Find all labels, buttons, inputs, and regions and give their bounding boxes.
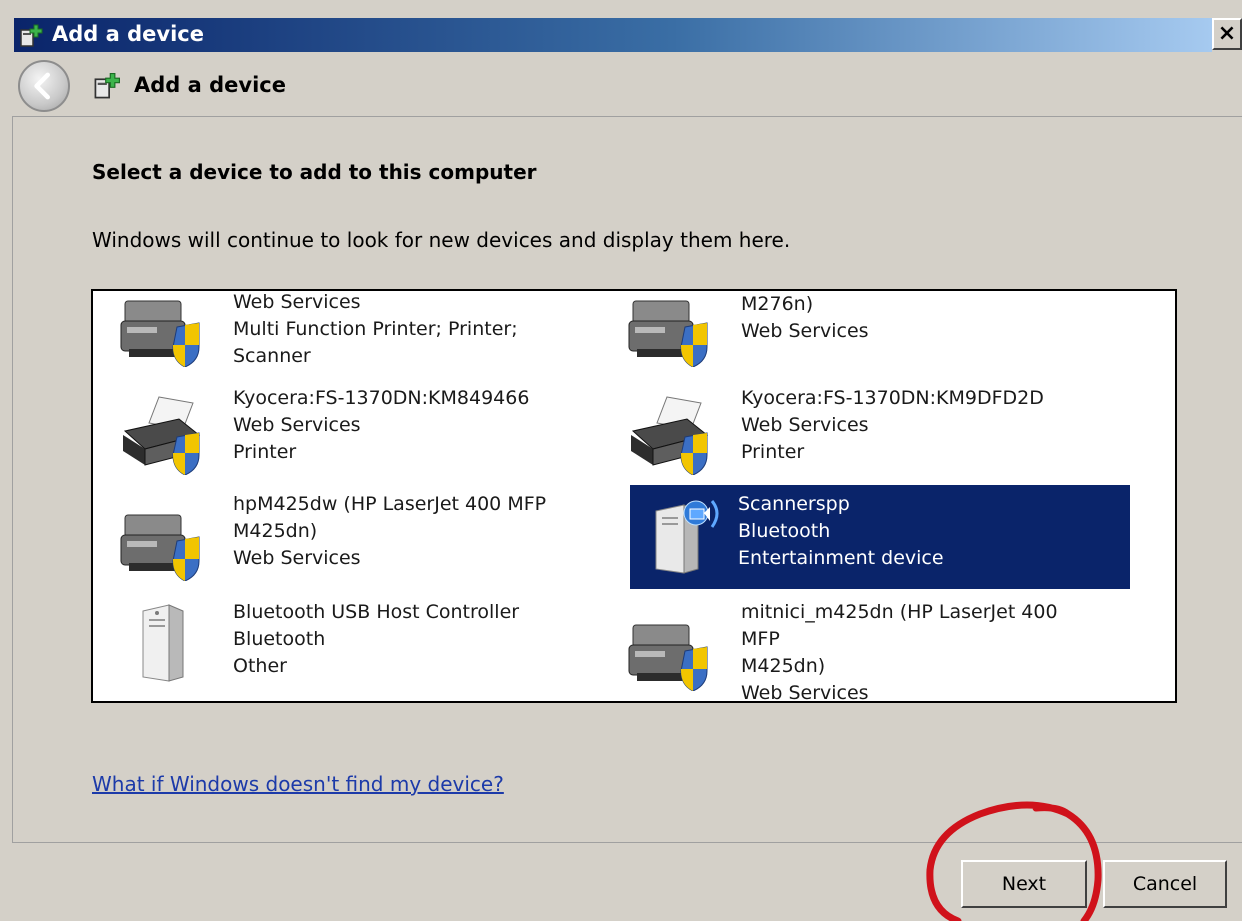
printer-icon [123,396,201,475]
wizard-header: Add a device [0,52,1242,116]
device-label: Scannerspp Bluetooth Entertainment devic… [738,493,944,569]
mfp-printer-icon [628,624,708,691]
device-label: Kyocera:FS-1370DN:KM849466 Web Services … [233,387,530,463]
device-label: hpM425dw (HP LaserJet 400 MFP M425dn) We… [233,493,547,569]
close-button[interactable]: × [1212,18,1242,50]
device-label: Bluetooth USB Host Controller Bluetooth … [233,601,520,677]
back-button[interactable] [18,60,70,112]
wizard-title: Add a device [134,73,286,97]
device-item[interactable]: Bluetooth USB Host Controller Bluetooth … [93,593,593,697]
device-item[interactable]: mitnici_m425dn (HP LaserJet 400 MFP M425… [601,593,1101,701]
next-button[interactable]: Next [961,860,1087,908]
page-heading: Select a device to add to this computer [92,160,537,184]
device-label: mitnici_m425dn (HP LaserJet 400 MFP M425… [741,601,1058,703]
mfp-printer-icon [120,300,200,367]
device-item-selected[interactable]: Scannerspp Bluetooth Entertainment devic… [630,485,1130,589]
title-bar: Add a device × [0,0,1242,52]
add-device-icon [20,24,43,47]
help-link[interactable]: What if Windows doesn't find my device? [92,772,504,796]
page-description: Windows will continue to look for new de… [92,228,791,252]
printer-icon [631,396,709,475]
device-list[interactable]: Web Services Multi Function Printer; Pri… [91,289,1177,703]
add-device-icon [94,73,120,99]
close-icon: × [1217,21,1237,46]
device-item[interactable]: M276n) Web Services [601,291,1101,387]
device-label: M276n) Web Services [741,293,869,342]
mfp-printer-icon [628,300,708,367]
device-item[interactable]: Kyocera:FS-1370DN:KM9DFD2D Web Services … [601,379,1101,483]
device-label: Kyocera:FS-1370DN:KM9DFD2D Web Services … [741,387,1044,463]
back-arrow-icon [34,72,50,100]
device-item[interactable]: hpM425dw (HP LaserJet 400 MFP M425dn) We… [93,485,593,589]
pc-tower-icon [142,604,184,682]
device-item[interactable]: Web Services Multi Function Printer; Pri… [93,291,593,387]
device-label: Web Services Multi Function Printer; Pri… [233,291,518,367]
device-item[interactable]: Kyocera:FS-1370DN:KM849466 Web Services … [93,379,593,483]
cancel-button[interactable]: Cancel [1103,860,1227,908]
media-device-icon [655,500,719,574]
mfp-printer-icon [120,514,200,581]
window-title: Add a device [52,22,204,46]
